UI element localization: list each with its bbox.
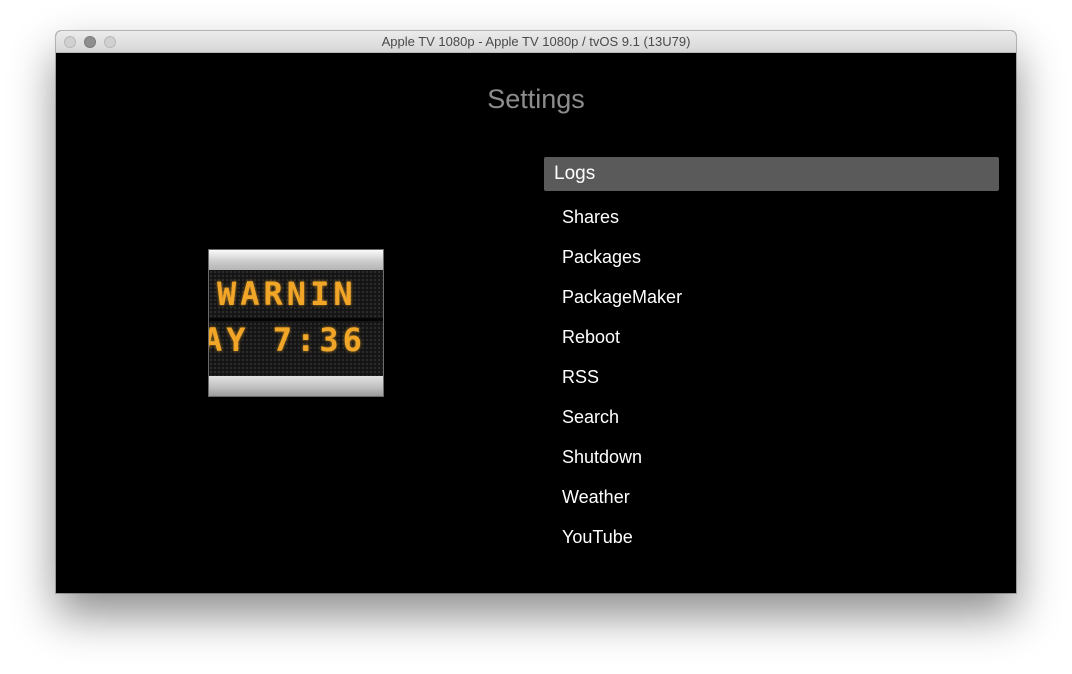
menu-item-label: Search — [562, 407, 620, 427]
menu-item-packages[interactable]: Packages — [544, 237, 999, 277]
menu-item-label: Reboot — [562, 327, 621, 347]
settings-menu: Logs Shares Packages PackageMaker Reboot… — [544, 157, 999, 557]
led-display-panel: WARNIN AY 7:36 P — [209, 270, 383, 376]
menu-item-shutdown[interactable]: Shutdown — [544, 437, 999, 477]
menu-item-youtube[interactable]: YouTube — [544, 517, 999, 557]
logs-preview-image: WARNIN AY 7:36 P — [208, 249, 384, 397]
menu-item-label: Logs — [554, 163, 596, 184]
menu-item-label: PackageMaker — [562, 287, 683, 307]
menu-item-logs[interactable]: Logs — [544, 157, 999, 191]
menu-item-label: YouTube — [562, 527, 633, 547]
menu-item-label: RSS — [562, 367, 600, 387]
menu-item-label: Weather — [562, 487, 630, 507]
menu-item-label: Shares — [562, 207, 620, 227]
menu-item-label: Shutdown — [562, 447, 643, 467]
menu-item-search[interactable]: Search — [544, 397, 999, 437]
led-text-line-2: AY 7:36 P — [209, 321, 383, 359]
display-bottom-bezel — [209, 376, 383, 396]
display-top-bezel — [209, 250, 383, 270]
menu-item-shares[interactable]: Shares — [544, 197, 999, 237]
menu-item-weather[interactable]: Weather — [544, 477, 999, 517]
led-text-line-1: WARNIN — [217, 275, 357, 313]
window-title: Apple TV 1080p - Apple TV 1080p / tvOS 9… — [381, 34, 691, 49]
menu-item-packagemaker[interactable]: PackageMaker — [544, 277, 999, 317]
tv-screen: Settings WARNIN AY 7:36 P Logs Shares Pa… — [56, 53, 1016, 593]
window-titlebar[interactable]: Apple TV 1080p - Apple TV 1080p / tvOS 9… — [56, 31, 1016, 53]
menu-item-reboot[interactable]: Reboot — [544, 317, 999, 357]
page-title: Settings — [487, 84, 585, 114]
menu-item-label: Packages — [562, 247, 642, 267]
simulator-window: Apple TV 1080p - Apple TV 1080p / tvOS 9… — [56, 31, 1016, 593]
menu-item-rss[interactable]: RSS — [544, 357, 999, 397]
